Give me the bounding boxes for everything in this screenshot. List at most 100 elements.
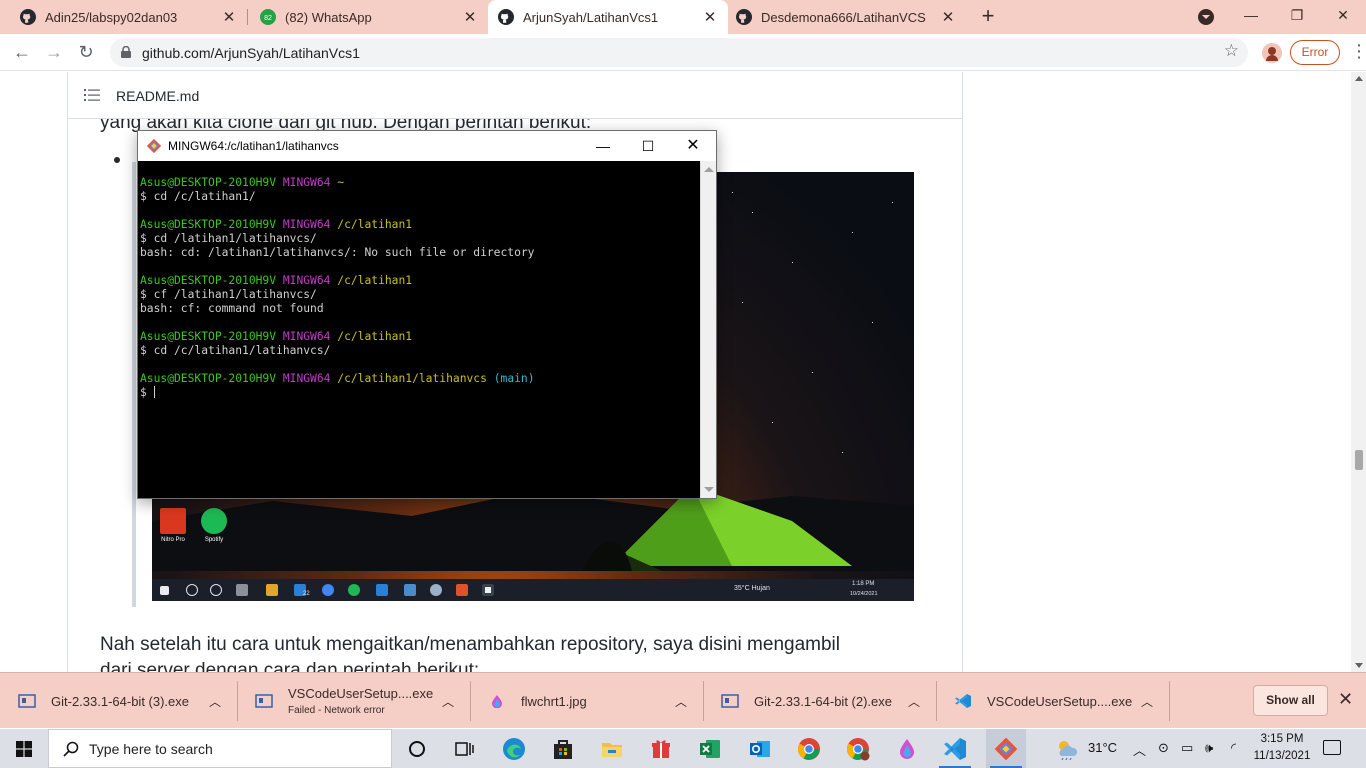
download-item[interactable]: flwchrt1.jpg ︿ (470, 673, 703, 729)
scroll-down-arrow[interactable] (704, 487, 714, 492)
chevron-up-icon[interactable]: ︿ (1133, 740, 1146, 759)
search-icon (63, 741, 79, 757)
notification-icon[interactable] (1323, 740, 1341, 755)
tab-desdemona[interactable]: Desdemona666/LatihanVCS ✕ (728, 0, 966, 34)
outlook-icon[interactable] (747, 736, 773, 762)
terminal-maximize-icon[interactable]: ☐ (631, 135, 665, 157)
prompt-user: Asus@DESKTOP-2010H9V (140, 218, 277, 231)
blockquote-bar (132, 162, 136, 607)
installer-file-icon (721, 694, 739, 708)
chevron-up-icon[interactable]: ︿ (207, 693, 223, 710)
terminal-titlebar[interactable]: MINGW64:/c/latihan1/latihanvcs — ☐ ✕ (138, 131, 716, 161)
chevron-up-icon[interactable]: ︿ (440, 693, 456, 710)
prompt-sys: MINGW64 (282, 274, 331, 287)
windows-start-icon[interactable] (16, 741, 32, 757)
terminal-cursor (153, 386, 155, 398)
bookmark-star-icon[interactable]: ☆ (1224, 41, 1239, 61)
taskbar-clock[interactable]: 3:15 PM 11/13/2021 (1252, 731, 1312, 765)
back-icon[interactable]: ← (10, 40, 34, 64)
download-item[interactable]: VSCodeUserSetup....exe ︿ (936, 673, 1169, 729)
battery-icon[interactable]: ▭ (1181, 740, 1193, 756)
terminal-line: Asus@DESKTOP-2010H9V MINGW64 /c/latihan1 (140, 218, 700, 232)
wifi-icon[interactable]: ◜ (1231, 740, 1236, 756)
meet-now-icon[interactable]: ⊙ (1158, 740, 1169, 756)
forward-icon[interactable]: → (42, 40, 66, 64)
prompt-sys: MINGW64 (282, 218, 331, 231)
download-shelf: Git-2.33.1-64-bit (3).exe ︿ VSCodeUserSe… (0, 672, 1366, 728)
close-tab-icon[interactable]: ✕ (940, 8, 956, 26)
menu-icon[interactable]: ⋮ (1350, 41, 1366, 62)
search-placeholder: Type here to search (89, 741, 213, 757)
tab-title: ArjunSyah/LatihanVcs1 (523, 9, 659, 25)
download-item[interactable]: Git-2.33.1-64-bit (3).exe ︿ (0, 673, 237, 729)
scroll-thumb[interactable] (1355, 450, 1363, 470)
volume-icon[interactable]: 🕪 (1205, 740, 1213, 756)
terminal-close-icon[interactable]: ✕ (676, 135, 710, 157)
terminal-text: $ cf /latihan1/latihanvcs/ (140, 288, 317, 301)
terminal-title: MINGW64:/c/latihan1/latihanvcs (168, 139, 339, 153)
github-icon (498, 9, 514, 25)
close-tab-icon[interactable]: ✕ (221, 8, 237, 26)
browser-toolbar: ← → ↻ github.com/ArjunSyah/LatihanVcs1 ☆… (0, 34, 1366, 71)
scroll-up-arrow[interactable] (1355, 76, 1363, 81)
terminal-line: bash: cf: command not found (140, 302, 700, 316)
tab-search-icon[interactable] (1198, 9, 1214, 25)
file-explorer-icon[interactable] (599, 736, 625, 762)
restore-icon[interactable]: ❐ (1282, 4, 1312, 26)
terminal-line: $ (140, 386, 700, 400)
error-button[interactable]: Error (1290, 40, 1340, 65)
new-tab-button[interactable]: + (976, 5, 1000, 29)
gift-icon[interactable] (648, 736, 674, 762)
show-all-button[interactable]: Show all (1253, 685, 1328, 716)
download-item[interactable]: Git-2.33.1-64-bit (2).exe ︿ (703, 673, 936, 729)
prompt-path: /c/latihan1 (337, 330, 413, 343)
tab-adin25[interactable]: Adin25/labspy02dan03 ✕ (0, 0, 247, 34)
mingw-terminal-window[interactable]: MINGW64:/c/latihan1/latihanvcs — ☐ ✕ Asu… (137, 130, 717, 499)
git-bash-icon[interactable] (993, 736, 1019, 762)
vscode-icon[interactable] (942, 736, 968, 762)
tab-arjunsyah[interactable]: ArjunSyah/LatihanVcs1 ✕ (488, 0, 728, 34)
edge-icon[interactable] (501, 736, 527, 762)
prompt-sys: MINGW64 (282, 330, 331, 343)
chrome-profile-icon[interactable] (845, 736, 871, 762)
weather-icon[interactable] (1055, 738, 1079, 760)
terminal-output[interactable]: Asus@DESKTOP-2010H9V MINGW64 ~ $ cd /c/la… (138, 161, 700, 498)
close-tab-icon[interactable]: ✕ (702, 8, 718, 26)
chevron-up-icon[interactable]: ︿ (1139, 693, 1155, 710)
list-icon[interactable] (84, 88, 100, 102)
address-bar[interactable]: github.com/ArjunSyah/LatihanVcs1 ☆ (110, 38, 1248, 67)
prompt-sys: MINGW64 (282, 372, 331, 385)
window-close-icon[interactable]: ✕ (1328, 4, 1358, 26)
temperature[interactable]: 31°C (1088, 740, 1117, 755)
chevron-up-icon[interactable]: ︿ (906, 693, 922, 710)
cortana-icon[interactable] (404, 736, 430, 762)
terminal-scrollbar[interactable] (700, 161, 716, 498)
taskbar-search[interactable]: Type here to search (48, 729, 392, 768)
download-filename: Git-2.33.1-64-bit (3).exe (51, 693, 190, 709)
prompt-user: Asus@DESKTOP-2010H9V (140, 176, 277, 189)
terminal-minimize-icon[interactable]: — (586, 135, 620, 157)
close-shelf-icon[interactable]: ✕ (1338, 689, 1353, 710)
prompt-branch: (main) (493, 372, 535, 385)
excel-icon[interactable] (697, 736, 723, 762)
store-icon[interactable] (550, 736, 576, 762)
download-filename: flwchrt1.jpg (521, 693, 587, 709)
chrome-icon[interactable] (796, 736, 822, 762)
download-item[interactable]: VSCodeUserSetup....exe Failed - Network … (237, 673, 470, 729)
page-scrollbar[interactable] (1351, 72, 1366, 672)
tab-whatsapp[interactable]: 82 (82) WhatsApp ✕ (248, 0, 488, 34)
profile-avatar[interactable] (1262, 43, 1282, 63)
reload-icon[interactable]: ↻ (74, 40, 98, 64)
readme-header: README.md (68, 72, 962, 119)
terminal-line: Asus@DESKTOP-2010H9V MINGW64 /c/latihan1 (140, 274, 700, 288)
prompt-path: /c/latihan1/latihanvcs (337, 372, 487, 385)
close-tab-icon[interactable]: ✕ (462, 8, 478, 26)
paint-icon[interactable] (894, 736, 920, 762)
scroll-down-arrow[interactable] (1355, 663, 1363, 668)
minimize-icon[interactable]: — (1236, 4, 1266, 26)
chevron-up-icon[interactable]: ︿ (673, 693, 689, 710)
scroll-up-arrow[interactable] (704, 167, 714, 172)
readme-title[interactable]: README.md (116, 88, 199, 104)
task-view-icon[interactable] (451, 736, 477, 762)
